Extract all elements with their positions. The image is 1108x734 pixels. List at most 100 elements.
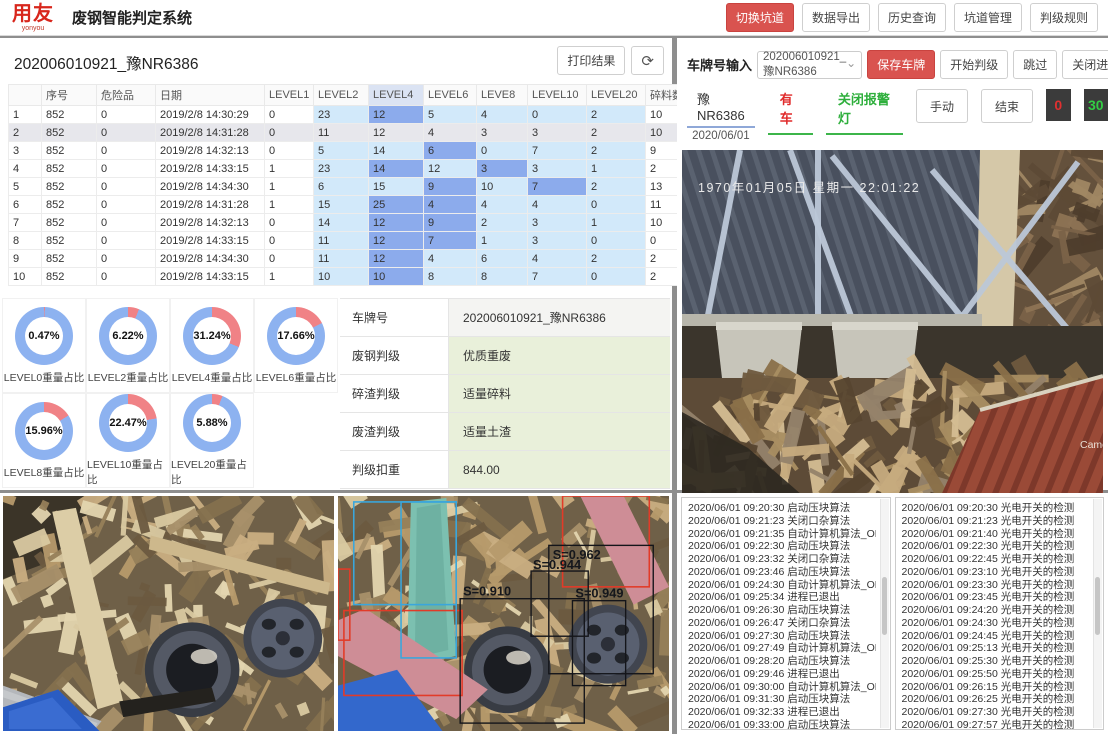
header-button-4[interactable]: 坑道管理 xyxy=(954,3,1022,32)
log-entry: 2020/06/01 09:30:00 自动计算机算法_OK xyxy=(688,681,876,694)
end-button[interactable]: 结束 xyxy=(981,89,1033,123)
table-cell: 2019/2/8 14:34:30 xyxy=(156,178,265,196)
table-cell: 0 xyxy=(97,214,156,232)
table-cell: 1 xyxy=(587,214,646,232)
log-entry: 2020/06/01 09:22:30 启动压块算法 xyxy=(688,540,876,553)
close-process-button[interactable]: 关闭进程 xyxy=(1062,50,1108,79)
summary-value: 适量碎料 xyxy=(449,375,670,412)
logo-text: 用友 xyxy=(12,4,54,24)
log-entry: 2020/06/01 09:25:13 光电开关的检测 xyxy=(902,642,1090,655)
donut-label: LEVEL2重量占比 xyxy=(88,370,169,385)
scrollbar[interactable] xyxy=(880,499,889,728)
table-cell: 852 xyxy=(42,178,97,196)
table-cell: 852 xyxy=(42,196,97,214)
skip-button[interactable]: 跳过 xyxy=(1013,50,1057,79)
log-entry: 2020/06/01 09:27:49 自动计算机算法_OK xyxy=(688,642,876,655)
summary-value: 844.00 xyxy=(449,451,670,488)
scrollbar-thumb[interactable] xyxy=(1095,577,1100,635)
table-row[interactable]: 185202019/2/8 14:30:290231254021045 xyxy=(9,106,776,124)
table-row[interactable]: 385202019/2/8 14:32:130514607290 xyxy=(9,142,776,160)
table-cell: 8 xyxy=(9,232,42,250)
log-entry: 2020/06/01 09:23:32 关闭口杂算法 xyxy=(688,553,876,566)
table-cell: 2019/2/8 14:33:15 xyxy=(156,268,265,286)
status-date: 2020/06/01 xyxy=(687,128,755,142)
plate-link[interactable]: 豫NR6386 xyxy=(687,89,755,128)
log-entry: 2020/06/01 09:25:50 光电开关的检测 xyxy=(902,668,1090,681)
table-cell: 1 xyxy=(265,196,314,214)
table-row[interactable]: 685202019/2/8 14:31:281152544401110 xyxy=(9,196,776,214)
scrollbar-thumb[interactable] xyxy=(882,577,887,635)
log-entry: 2020/06/01 09:24:30 光电开关的检测 xyxy=(902,617,1090,630)
table-cell: 4 xyxy=(424,124,477,142)
header-button-1[interactable]: 切换坑道 xyxy=(726,3,794,32)
log-entry: 2020/06/01 09:24:45 光电开关的检测 xyxy=(902,630,1090,643)
header-button-3[interactable]: 历史查询 xyxy=(878,3,946,32)
table-row[interactable]: 985202019/2/8 14:34:3001112464220 xyxy=(9,250,776,268)
table-row[interactable]: 485202019/2/8 14:33:151231412331213 xyxy=(9,160,776,178)
table-cell: 2 xyxy=(477,214,528,232)
plate-input-label: 车牌号输入 xyxy=(687,55,752,74)
log-entry: 2020/06/01 09:27:57 光电开关的检测 xyxy=(902,719,1090,730)
table-cell: 1 xyxy=(9,106,42,124)
table-cell: 1 xyxy=(265,178,314,196)
table-cell: 852 xyxy=(42,232,97,250)
table-cell: 3 xyxy=(9,142,42,160)
manual-button[interactable]: 手动 xyxy=(916,89,968,123)
donut-chart: 15.96%LEVEL8重量占比 xyxy=(2,393,86,488)
table-row[interactable]: 585202019/2/8 14:34:30161591072130 xyxy=(9,178,776,196)
table-row[interactable]: 785202019/2/8 14:32:13014129231100 xyxy=(9,214,776,232)
plate-select[interactable]: 202006010921_豫NR6386 ⌄ xyxy=(757,51,862,79)
table-cell: 23 xyxy=(314,160,369,178)
sensor-log-list[interactable]: 2020/06/01 09:20:30 光电开关的检测2020/06/01 09… xyxy=(895,497,1105,730)
header-button-5[interactable]: 判级规则 xyxy=(1030,3,1098,32)
donut-percent: 31.24% xyxy=(193,317,231,355)
table-row[interactable]: 1085202019/2/8 14:33:1511010887020 xyxy=(9,268,776,286)
table-cell: 852 xyxy=(42,106,97,124)
algorithm-log-list[interactable]: 2020/06/01 09:20:30 启动压块算法2020/06/01 09:… xyxy=(681,497,891,730)
log-entry: 2020/06/01 09:21:40 光电开关的检测 xyxy=(902,528,1090,541)
donut-ring: 15.96% xyxy=(15,402,73,460)
scrollbar[interactable] xyxy=(1093,499,1102,728)
level-data-table[interactable]: 序号危险品日期LEVEL1LEVEL2LEVEL4LEVEL6LEVE8LEVE… xyxy=(8,84,776,286)
table-cell: 25 xyxy=(369,196,424,214)
table-cell: 4 xyxy=(424,196,477,214)
donut-chart: 17.66%LEVEL6重量占比 xyxy=(254,298,338,393)
alarm-light-toggle[interactable]: 关闭报警灯 xyxy=(826,89,903,135)
table-cell: 3 xyxy=(528,124,587,142)
log-entry: 2020/06/01 09:22:45 光电开关的检测 xyxy=(902,553,1090,566)
table-cell: 2019/2/8 14:31:28 xyxy=(156,124,265,142)
log-entry: 2020/06/01 09:33:00 启动压块算法 xyxy=(688,719,876,730)
table-row[interactable]: 885202019/2/8 14:33:1501112713000 xyxy=(9,232,776,250)
donut-percent: 5.88% xyxy=(193,404,231,442)
save-plate-button[interactable]: 保存车牌 xyxy=(867,50,935,79)
table-cell: 1 xyxy=(265,160,314,178)
table-cell: 2019/2/8 14:32:13 xyxy=(156,214,265,232)
camera-feed-image: 1970年01月05日 星期一 22:01:22 Camer xyxy=(682,150,1103,502)
print-result-button[interactable]: 打印结果 xyxy=(557,46,625,75)
start-grading-button[interactable]: 开始判级 xyxy=(940,50,1008,79)
log-entry: 2020/06/01 09:26:15 光电开关的检测 xyxy=(902,681,1090,694)
donut-percent: 15.96% xyxy=(25,412,63,450)
log-entry: 2020/06/01 09:22:30 光电开关的检测 xyxy=(902,540,1090,553)
table-row[interactable]: 285202019/2/8 14:31:28011124332100 xyxy=(9,124,776,142)
refresh-button[interactable]: ⟳ xyxy=(631,46,664,75)
table-cell: 14 xyxy=(314,214,369,232)
header-button-2[interactable]: 数据导出 xyxy=(802,3,870,32)
log-entry: 2020/06/01 09:31:30 启动压块算法 xyxy=(688,693,876,706)
summary-label: 车牌号 xyxy=(340,299,449,336)
table-cell: 0 xyxy=(97,178,156,196)
table-cell: 0 xyxy=(587,268,646,286)
donut-chart: 6.22%LEVEL2重量占比 xyxy=(86,298,170,393)
table-cell: 7 xyxy=(528,268,587,286)
table-cell: 7 xyxy=(528,178,587,196)
summary-row: 废渣判级适量土渣 xyxy=(340,413,670,451)
table-cell: 8 xyxy=(424,268,477,286)
table-cell: 2 xyxy=(9,124,42,142)
column-header-LEVEL6: LEVEL6 xyxy=(424,85,477,106)
scrap-photo-raw xyxy=(3,496,334,731)
table-cell: 3 xyxy=(477,160,528,178)
table-cell: 14 xyxy=(369,160,424,178)
column-header-LEVE8: LEVE8 xyxy=(477,85,528,106)
table-cell: 7 xyxy=(528,142,587,160)
table-cell: 2 xyxy=(587,250,646,268)
